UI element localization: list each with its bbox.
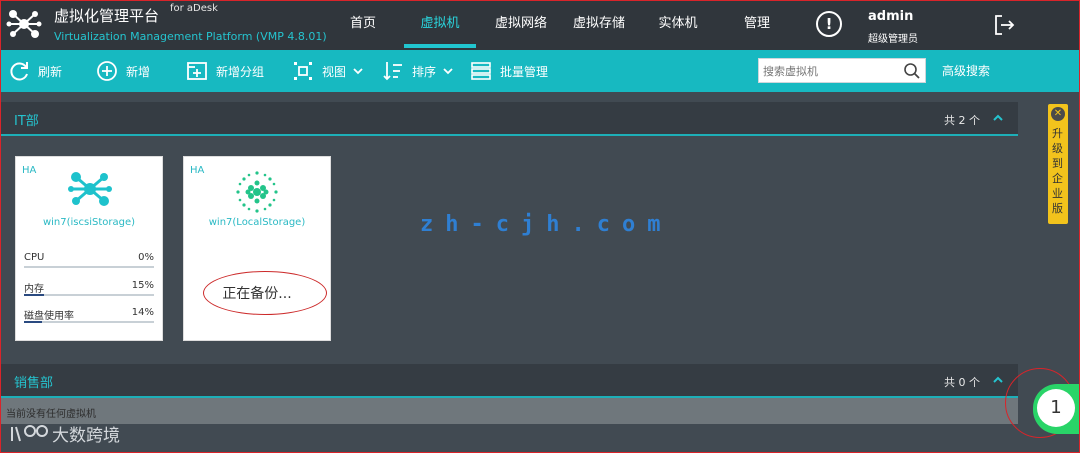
group-count: 共 0 个	[944, 376, 980, 389]
stat-bar	[24, 266, 154, 268]
nav-active-indicator	[404, 44, 476, 48]
nav-management[interactable]: 管理	[736, 0, 778, 50]
disk-stat: 磁盘使用率 14%	[24, 307, 154, 327]
refresh-button[interactable]: 刷新	[8, 50, 62, 92]
brand-watermark: 大数跨境	[8, 421, 120, 446]
app-title: 虚拟化管理平台	[54, 7, 160, 25]
add-group-icon	[187, 62, 207, 80]
add-group-button[interactable]: 新增分组	[186, 50, 264, 92]
site-watermark: zh-cjh.com	[420, 212, 673, 237]
sort-dropdown[interactable]: 排序	[382, 50, 454, 92]
notification-count: 1	[1037, 389, 1075, 427]
chevron-down-icon	[353, 68, 363, 75]
batch-manage-button[interactable]: 批量管理	[470, 50, 548, 92]
group-header-sales[interactable]: 销售部 共 0 个	[0, 364, 1018, 398]
view-grid-icon	[294, 62, 312, 80]
vm-backup-spinner-icon	[236, 171, 278, 213]
logout-icon[interactable]	[993, 14, 1015, 36]
batch-manage-label: 批量管理	[500, 64, 549, 79]
sort-icon	[383, 62, 402, 81]
list-icon	[471, 62, 491, 80]
app-edition-label: for aDesk	[170, 3, 218, 14]
app-subtitle: Virtualization Management Platform (VMP …	[54, 30, 327, 43]
stat-value: 14%	[131, 307, 154, 318]
cpu-stat: CPU 0%	[24, 252, 154, 272]
nav-virtual-storage[interactable]: 虚拟存储	[566, 0, 632, 50]
brand-watermark-text: 大数跨境	[52, 426, 120, 446]
chevron-down-icon	[443, 68, 453, 75]
memory-stat: 内存 15%	[24, 280, 154, 300]
close-icon[interactable]: ✕	[1051, 107, 1065, 121]
stat-label: 磁盘使用率	[24, 311, 74, 322]
group-divider	[0, 134, 1018, 136]
notification-badge[interactable]: 1	[1033, 384, 1080, 434]
stat-value: 0%	[138, 252, 154, 263]
toolbar: 刷新 新增 新增分组 视图 排序 批量管理 搜索虚拟机 高级搜索	[0, 50, 1080, 92]
advanced-search-link[interactable]: 高级搜索	[942, 50, 990, 92]
empty-group-message: 当前没有任何虚拟机	[6, 409, 96, 420]
vm-card[interactable]: HA win7(LocalStorage) 正在备份...	[183, 156, 331, 341]
vm-name[interactable]: win7(iscsiStorage)	[16, 217, 162, 228]
group-header-it[interactable]: IT部 共 2 个	[0, 102, 1018, 136]
view-dropdown[interactable]: 视图	[292, 50, 364, 92]
user-name[interactable]: admin	[868, 9, 913, 24]
search-input[interactable]	[763, 62, 899, 80]
search-icon[interactable]	[903, 62, 921, 80]
group-count: 共 2 个	[944, 114, 980, 127]
add-label: 新增	[126, 64, 151, 79]
refresh-icon	[10, 62, 28, 81]
chevron-up-icon[interactable]	[992, 113, 1004, 123]
vm-card[interactable]: HA win7(iscsiStorage) CPU 0% 内存 15% 磁盘使用…	[15, 156, 163, 341]
add-circle-icon	[97, 61, 117, 81]
group-title: 销售部	[14, 376, 54, 391]
ha-badge: HA	[22, 165, 37, 176]
alert-icon[interactable]: !	[816, 11, 842, 37]
add-group-label: 新增分组	[216, 64, 265, 79]
vm-network-icon	[68, 172, 112, 206]
chevron-up-icon[interactable]	[992, 375, 1004, 385]
brand-logo-icon	[11, 424, 48, 441]
stat-label: 内存	[24, 284, 44, 295]
nav-virtual-network[interactable]: 虚拟网络	[488, 0, 554, 50]
content-footer	[0, 424, 1018, 444]
vm-name[interactable]: win7(LocalStorage)	[184, 217, 330, 228]
nav-vms[interactable]: 虚拟机	[404, 0, 476, 50]
view-label: 视图	[322, 64, 347, 79]
top-header: 虚拟化管理平台 for aDesk Virtualization Managem…	[0, 0, 1080, 50]
group-title: IT部	[14, 114, 39, 129]
refresh-label: 刷新	[38, 64, 63, 79]
stat-bar-fill	[24, 294, 44, 296]
add-vm-button[interactable]: 新增	[96, 50, 150, 92]
nav-physical-host[interactable]: 实体机	[652, 0, 704, 50]
app-logo-icon	[6, 10, 42, 38]
empty-group-message-row: 当前没有任何虚拟机	[0, 398, 1018, 424]
ha-badge: HA	[190, 165, 205, 176]
search-box	[758, 58, 926, 83]
user-role: 超级管理员	[868, 34, 918, 45]
backup-status: 正在备份...	[222, 286, 292, 302]
sort-label: 排序	[412, 64, 437, 79]
stat-value: 15%	[131, 280, 154, 291]
stat-bar	[24, 294, 154, 296]
stat-bar-fill	[24, 321, 43, 323]
nav-home[interactable]: 首页	[340, 0, 386, 50]
stat-label: CPU	[24, 252, 45, 263]
upgrade-enterprise-banner[interactable]: ✕ 升级到企业版	[1048, 104, 1068, 224]
stat-bar	[24, 321, 154, 323]
upgrade-text: 升级到企业版	[1052, 127, 1063, 215]
